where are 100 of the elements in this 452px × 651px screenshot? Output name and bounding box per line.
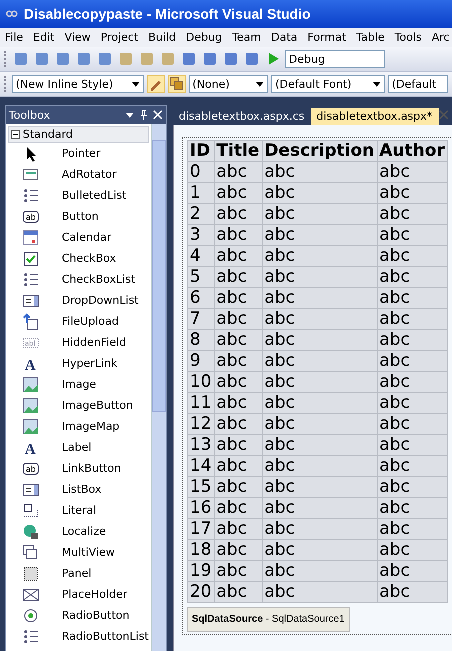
menu-item[interactable]: Format bbox=[302, 31, 352, 44]
toolbox-item[interactable]: Calendar bbox=[8, 227, 149, 248]
toolbox-item[interactable]: RadioButtonList bbox=[8, 626, 149, 647]
table-cell: abc bbox=[262, 330, 378, 350]
table-cell: abc bbox=[214, 518, 262, 540]
table-cell: abc bbox=[377, 476, 448, 498]
table-cell: 6 bbox=[188, 288, 214, 308]
toolbox-item[interactable]: A HyperLink bbox=[8, 353, 149, 374]
caret-icon[interactable] bbox=[256, 82, 264, 86]
column-header: Author bbox=[377, 140, 448, 162]
upload-icon bbox=[22, 312, 40, 330]
table-cell: abc bbox=[214, 560, 262, 582]
literal-icon bbox=[22, 502, 40, 520]
caret-icon[interactable] bbox=[373, 82, 382, 86]
toolbox-item[interactable]: ListBox bbox=[8, 479, 149, 500]
image-icon bbox=[22, 418, 40, 436]
menu-item[interactable]: View bbox=[60, 31, 96, 44]
menu-item[interactable]: File bbox=[0, 31, 28, 44]
menu-item[interactable]: Data bbox=[266, 31, 303, 44]
table-cell: abc bbox=[262, 582, 378, 602]
table-cell: abc bbox=[214, 182, 262, 204]
toolbox-item[interactable]: Pointer bbox=[8, 143, 149, 164]
table-cell: abc bbox=[377, 414, 448, 434]
list-icon bbox=[22, 186, 40, 204]
toolbox-item[interactable]: Localize bbox=[8, 521, 149, 542]
table-cell: abc bbox=[214, 266, 262, 288]
table-cell: abc bbox=[262, 540, 378, 560]
toolbox-item[interactable]: CheckBoxList bbox=[8, 269, 149, 290]
configuration-dropdown[interactable]: Debug bbox=[285, 50, 385, 68]
table-cell: abc bbox=[377, 204, 448, 224]
group-header[interactable]: Standard bbox=[8, 126, 149, 143]
toolbox-item[interactable]: RadioButton bbox=[8, 605, 149, 626]
menu-item[interactable]: Tools bbox=[390, 31, 427, 44]
letter-icon: A bbox=[22, 438, 40, 456]
toolbox-item[interactable]: CheckBox bbox=[8, 248, 149, 269]
data-source-control[interactable]: SqlDataSource - SqlDataSource1 bbox=[187, 607, 350, 632]
column-header: ID bbox=[188, 140, 214, 162]
table-cell: 9 bbox=[188, 350, 214, 372]
pencil-icon[interactable] bbox=[146, 75, 165, 93]
menu-item[interactable]: Team bbox=[227, 31, 266, 44]
toolbox-item[interactable]: MultiView bbox=[8, 542, 149, 563]
table-cell: abc bbox=[214, 582, 262, 602]
toolbox-item[interactable]: BulletedList bbox=[8, 185, 149, 206]
table-cell: 4 bbox=[188, 246, 214, 266]
table-cell: abc bbox=[214, 288, 262, 308]
dropdown-icon[interactable] bbox=[125, 110, 135, 120]
table-cell: abc bbox=[262, 162, 378, 182]
caret-icon[interactable] bbox=[132, 82, 140, 86]
table-cell: abc bbox=[262, 246, 378, 266]
table-cell: 1 bbox=[188, 182, 214, 204]
table-cell: 18 bbox=[188, 540, 214, 560]
table-cell: abc bbox=[214, 434, 262, 456]
close-icon[interactable] bbox=[438, 110, 449, 120]
collapse-icon[interactable] bbox=[11, 130, 20, 139]
pin-icon[interactable] bbox=[139, 110, 149, 120]
toolbox-item[interactable]: ImageButton bbox=[8, 395, 149, 416]
menu-item[interactable]: Project bbox=[96, 31, 144, 44]
table-cell: abc bbox=[214, 476, 262, 498]
menu-item[interactable]: Edit bbox=[28, 31, 60, 44]
table-cell: abc bbox=[377, 308, 448, 330]
table-cell: abc bbox=[214, 414, 262, 434]
toolbox-item[interactable]: ab LinkButton bbox=[8, 458, 149, 479]
menu-item[interactable]: Debug bbox=[181, 31, 228, 44]
document-tab[interactable]: disabletextbox.aspx* bbox=[310, 108, 439, 125]
toolbox-item[interactable]: Panel bbox=[8, 563, 149, 584]
toolbox-item[interactable]: ab Button bbox=[8, 206, 149, 227]
menu-item[interactable]: Table bbox=[351, 31, 390, 44]
toolbox-item[interactable]: DropDownList bbox=[8, 290, 149, 311]
table-cell: abc bbox=[214, 224, 262, 246]
table-cell: abc bbox=[262, 456, 378, 476]
squares-icon[interactable] bbox=[168, 75, 186, 93]
toolbox-item[interactable]: A Label bbox=[8, 437, 149, 458]
table-cell: 5 bbox=[188, 266, 214, 288]
font-dropdown[interactable]: (Default Font) bbox=[271, 75, 386, 93]
calendar-icon bbox=[22, 228, 40, 246]
table-cell: 15 bbox=[188, 476, 214, 498]
block-format-dropdown[interactable]: (None) bbox=[188, 75, 268, 93]
table-cell: abc bbox=[214, 456, 262, 476]
toolbox-item[interactable]: AdRotator bbox=[8, 164, 149, 185]
table-cell: abc bbox=[262, 414, 378, 434]
table-cell: abc bbox=[262, 498, 378, 518]
table-cell: 3 bbox=[188, 224, 214, 246]
font-size-dropdown[interactable]: (Default bbox=[388, 75, 448, 93]
toolbox-item[interactable]: Image bbox=[8, 374, 149, 395]
toolbox-item[interactable]: FileUpload bbox=[8, 311, 149, 332]
table-cell: abc bbox=[214, 246, 262, 266]
table-cell: 2 bbox=[188, 204, 214, 224]
table-cell: abc bbox=[214, 540, 262, 560]
menu-item[interactable]: Build bbox=[143, 31, 182, 44]
style-dropdown[interactable]: (New Inline Style) bbox=[12, 75, 144, 93]
document-tab[interactable]: disabletextbox.aspx.cs bbox=[173, 108, 311, 125]
menu-item[interactable]: Arc bbox=[426, 31, 452, 44]
toolbox-item[interactable]: ImageMap bbox=[8, 416, 149, 437]
toolbox-item[interactable]: Literal bbox=[8, 500, 149, 521]
image-icon bbox=[22, 396, 40, 414]
table-cell: abc bbox=[377, 518, 448, 540]
scrollbar[interactable] bbox=[151, 124, 166, 651]
table-cell: abc bbox=[214, 498, 262, 518]
toolbox-item[interactable]: PlaceHolder bbox=[8, 584, 149, 605]
table-cell: abc bbox=[377, 224, 448, 246]
